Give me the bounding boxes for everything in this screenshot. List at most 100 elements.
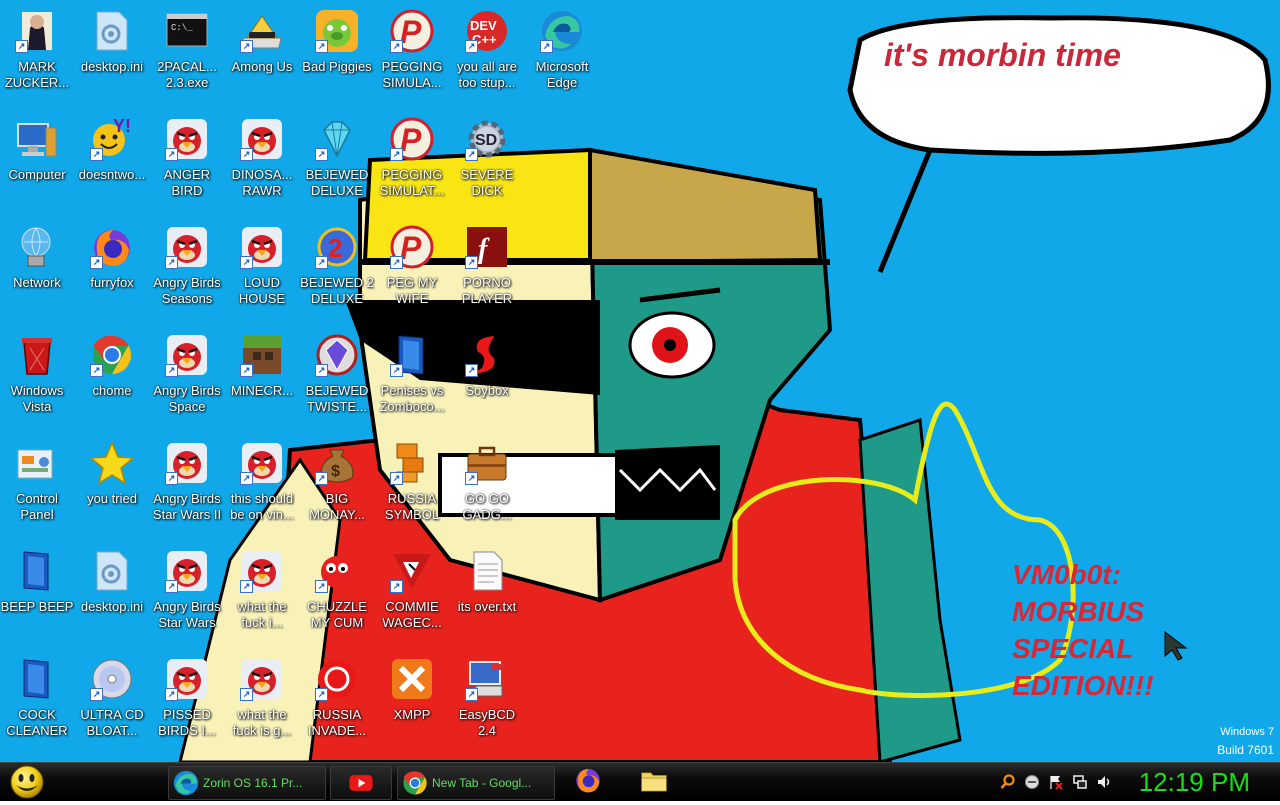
desktop-icon-label: DINOSA... RAWR [231,167,293,198]
svg-text:P: P [400,14,422,50]
desktop-icon[interactable]: ↗ DINOSA... RAWR [225,115,299,219]
desktop-icon[interactable]: ↗ COMMIE WAGEC... [375,547,449,651]
desktop-icon[interactable]: P ↗ PEGGING SIMULAT... [375,115,449,219]
desktop-icon[interactable]: ↗ ULTRA CD BLOAT... [75,655,149,759]
desktop-icon[interactable]: DEV C++ ↗ you all are too stup... [450,7,524,111]
desktop-icon[interactable]: desktop.ini [75,7,149,111]
desktop-icon[interactable]: ↗ Bad Piggies [300,7,374,111]
desktop-icon[interactable]: its over.txt [450,547,524,651]
shortcut-arrow-icon: ↗ [165,580,178,593]
desktop-icon-label: Angry Birds Star Wars II [152,491,222,522]
desktop-icon[interactable]: ↗ RUSSIA INVADE... [300,655,374,759]
shortcut-arrow-icon: ↗ [240,40,253,53]
desktop-icon[interactable]: ↗ ANGER BIRD [150,115,224,219]
desktop-icon[interactable]: Network [0,223,74,327]
desktop-icon[interactable]: ↗ CHUZZLE MY CUM [300,547,374,651]
green-pig-icon: ↗ [313,7,361,55]
desktop-icon[interactable]: ↗ PISSED BIRDS I... [150,655,224,759]
taskbar-clock[interactable]: 12:19 PM [1139,767,1250,797]
desktop-icon[interactable]: Computer [0,115,74,219]
desktop-icon[interactable]: ↗ GO GO GADG... [450,439,524,543]
desktop-icon[interactable]: f ↗ PORNO PLAYER [450,223,524,327]
action-center-flag-icon[interactable] [1048,774,1064,790]
shortcut-arrow-icon: ↗ [390,256,403,269]
desktop-icon[interactable]: ↗ BEJEWED DELUXE [300,115,374,219]
desktop-icon[interactable]: P ↗ PEG MY WIFE [375,223,449,327]
desktop-icon[interactable]: ↗ Among Us [225,7,299,111]
desktop-icon[interactable]: ↗ Microsoft Edge [525,7,599,111]
desktop-icon[interactable]: ↗ MINECR... [225,331,299,435]
desktop-icon[interactable]: ↗ Soybox [450,331,524,435]
svg-text:DEV: DEV [470,18,497,33]
desktop-icon[interactable]: ↗ RUSSIA SYMBOL [375,439,449,543]
desktop-icon[interactable]: SD ↗ SEVERE DICK [450,115,524,219]
desktop-icon-label: Microsoft Edge [535,59,589,90]
desktop-icon[interactable]: XMPP [375,655,449,759]
taskbar-button-edge[interactable]: Zorin OS 16.1 Pr... [168,766,326,800]
desktop-icon[interactable]: P ↗ PEGGING SIMULA... [375,7,449,111]
desktop-icon[interactable]: ↗ furryfox [75,223,149,327]
shortcut-arrow-icon: ↗ [390,148,403,161]
start-button[interactable] [6,764,46,800]
blue-box-icon: ↗ [388,331,436,379]
desktop-icon[interactable]: ↗ Angry Birds Space [150,331,224,435]
network-globe-icon [13,223,61,271]
commie-icon: ↗ [388,547,436,595]
desktop-icon-label: MARK ZUCKER... [4,59,70,90]
tag-line-1: VM0b0t: [1012,559,1121,590]
desktop-icon[interactable]: $ ↗ BIG MONAY... [300,439,374,543]
desktop-icon[interactable]: ↗ Angry Birds Seasons [150,223,224,327]
search-tray-icon[interactable] [1000,774,1016,790]
blue-box-icon [13,655,61,703]
desktop-icon-label: Computer [8,167,66,182]
desktop-icon[interactable]: ↗ chome [75,331,149,435]
desktop-icon[interactable]: ↗ Angry Birds Star Wars [150,547,224,651]
taskbar-pinned-explorer[interactable] [632,766,676,798]
volume-icon[interactable] [1096,774,1112,790]
desktop-icon[interactable]: 2 ↗ BEJEWED 2 DELUXE [300,223,374,327]
desktop-icon[interactable]: COCK CLEANER [0,655,74,759]
desktop-icon[interactable]: desktop.ini [75,547,149,651]
desktop-icon[interactable]: Y! ↗ doesntwo... [75,115,149,219]
desktop-icon[interactable]: you tried [75,439,149,543]
youtube-icon [344,768,378,798]
svg-text:2: 2 [328,233,342,263]
desktop-icon[interactable]: ↗ EasyBCD 2.4 [450,655,524,759]
desktop-icon[interactable]: ↗ LOUD HOUSE [225,223,299,327]
desktop-icon[interactable]: Windows Vista [0,331,74,435]
desktop-icon[interactable]: ↗ what the fuck i... [225,547,299,651]
shortcut-arrow-icon: ↗ [465,40,478,53]
desktop-icon[interactable]: ↗ this should be on vin... [225,439,299,543]
desktop-icon[interactable]: Control Panel [0,439,74,543]
taskbar-button-youtube[interactable] [330,766,392,800]
desktop-icon[interactable]: ↗ what the fuck is g... [225,655,299,759]
status-tray-icon[interactable] [1024,774,1040,790]
folder-icon [639,765,669,800]
desktop-icon-label: PEG MY WIFE [386,275,438,306]
shortcut-arrow-icon: ↗ [465,148,478,161]
desktop-icon[interactable]: ↗ BEJEWED TWISTE... [300,331,374,435]
desktop-icon-label: MINECR... [230,383,294,398]
shortcut-arrow-icon: ↗ [390,580,403,593]
settings-file-icon [88,547,136,595]
desktop-icon-label: BEJEWED 2 DELUXE [300,275,374,306]
desktop-icon[interactable]: BEEP BEEP [0,547,74,651]
network-tray-icon[interactable] [1072,774,1088,790]
desktop-icon[interactable]: ↗ Angry Birds Star Wars II [150,439,224,543]
taskbar-pinned-firefox[interactable] [566,766,610,798]
gear-sd-icon: SD ↗ [463,115,511,163]
shortcut-arrow-icon: ↗ [15,40,28,53]
desktop[interactable]: it's morbin time VM0b0t: MORBIUS SPECIAL… [0,0,1280,762]
shortcut-arrow-icon: ↗ [315,688,328,701]
desktop-icon[interactable]: ↗ Penises vs Zomboco... [375,331,449,435]
desktop-icon[interactable]: ↗ MARK ZUCKER... [0,7,74,111]
taskbar-button-chrome[interactable]: New Tab - Googl... [397,766,555,800]
desktop-icon-label: doesntwo... [78,167,146,182]
gem-icon: ↗ [313,331,361,379]
desktop-icon[interactable]: C:\_ 2PACAL... 2.3.exe [150,7,224,111]
svg-text:P: P [400,230,422,266]
angry-bird-icon: ↗ [163,655,211,703]
shortcut-arrow-icon: ↗ [240,148,253,161]
console-icon: C:\_ [163,7,211,55]
xampp-icon [388,655,436,703]
